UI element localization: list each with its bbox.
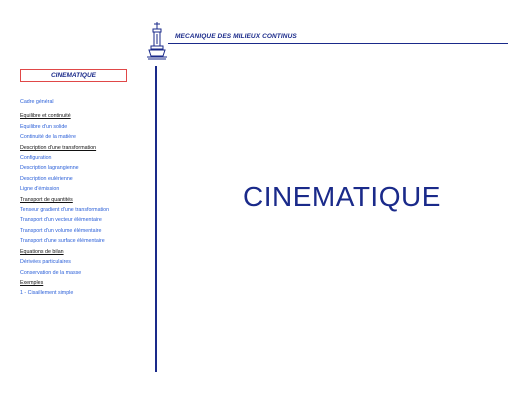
sidebar-item-configuration[interactable]: Configuration bbox=[20, 153, 152, 163]
sidebar-item-tenseur-gradient[interactable]: Tenseur gradient d'une transformation bbox=[20, 205, 152, 215]
sidebar-item-derivees[interactable]: Dérivées particulaires bbox=[20, 257, 152, 267]
sidebar-item-transport-surface[interactable]: Transport d'une surface élémentaire bbox=[20, 236, 152, 246]
sidebar-item-lagrangienne[interactable]: Description lagrangienne bbox=[20, 163, 152, 173]
vertical-divider bbox=[155, 66, 157, 372]
sidebar-item-continuite[interactable]: Continuité de la matière bbox=[20, 132, 152, 142]
sidebar-heading-exemples: Exemples bbox=[20, 279, 44, 286]
sidebar-item-eulerienne[interactable]: Description eulérienne bbox=[20, 174, 152, 184]
monument-logo-icon bbox=[147, 22, 167, 60]
sidebar-heading-equilibre: Equilibre et continuité bbox=[20, 113, 71, 120]
sidebar-heading-description: Description d'une transformation bbox=[20, 144, 97, 151]
header-divider bbox=[168, 43, 508, 44]
header-title: MECANIQUE DES MILIEUX CONTINUS bbox=[175, 33, 297, 40]
sidebar-item-equilibre-solide[interactable]: Equilibre d'un solide bbox=[20, 122, 152, 132]
sidebar-item-transport-volume[interactable]: Transport d'un volume élémentaire bbox=[20, 226, 152, 236]
page-title: CINEMATIQUE bbox=[243, 181, 441, 212]
sidebar-heading-bilan: Equations de bilan bbox=[20, 248, 64, 255]
section-title-box: CINEMATIQUE bbox=[20, 69, 127, 82]
sidebar-item-transport-vecteur[interactable]: Transport d'un vecteur élémentaire bbox=[20, 215, 152, 225]
sidebar-item-ligne-emission[interactable]: Ligne d'émission bbox=[20, 184, 152, 194]
sidebar-item-conservation-masse[interactable]: Conservation de la masse bbox=[20, 268, 152, 278]
sidebar-item-cisaillement[interactable]: 1 - Cisaillement simple bbox=[20, 288, 152, 298]
sidebar-heading-transport: Transport de quantités bbox=[20, 196, 73, 203]
sidebar-nav: Cadre général Equilibre et continuité Eq… bbox=[20, 97, 152, 299]
sidebar-item-cadre-general[interactable]: Cadre général bbox=[20, 97, 152, 107]
